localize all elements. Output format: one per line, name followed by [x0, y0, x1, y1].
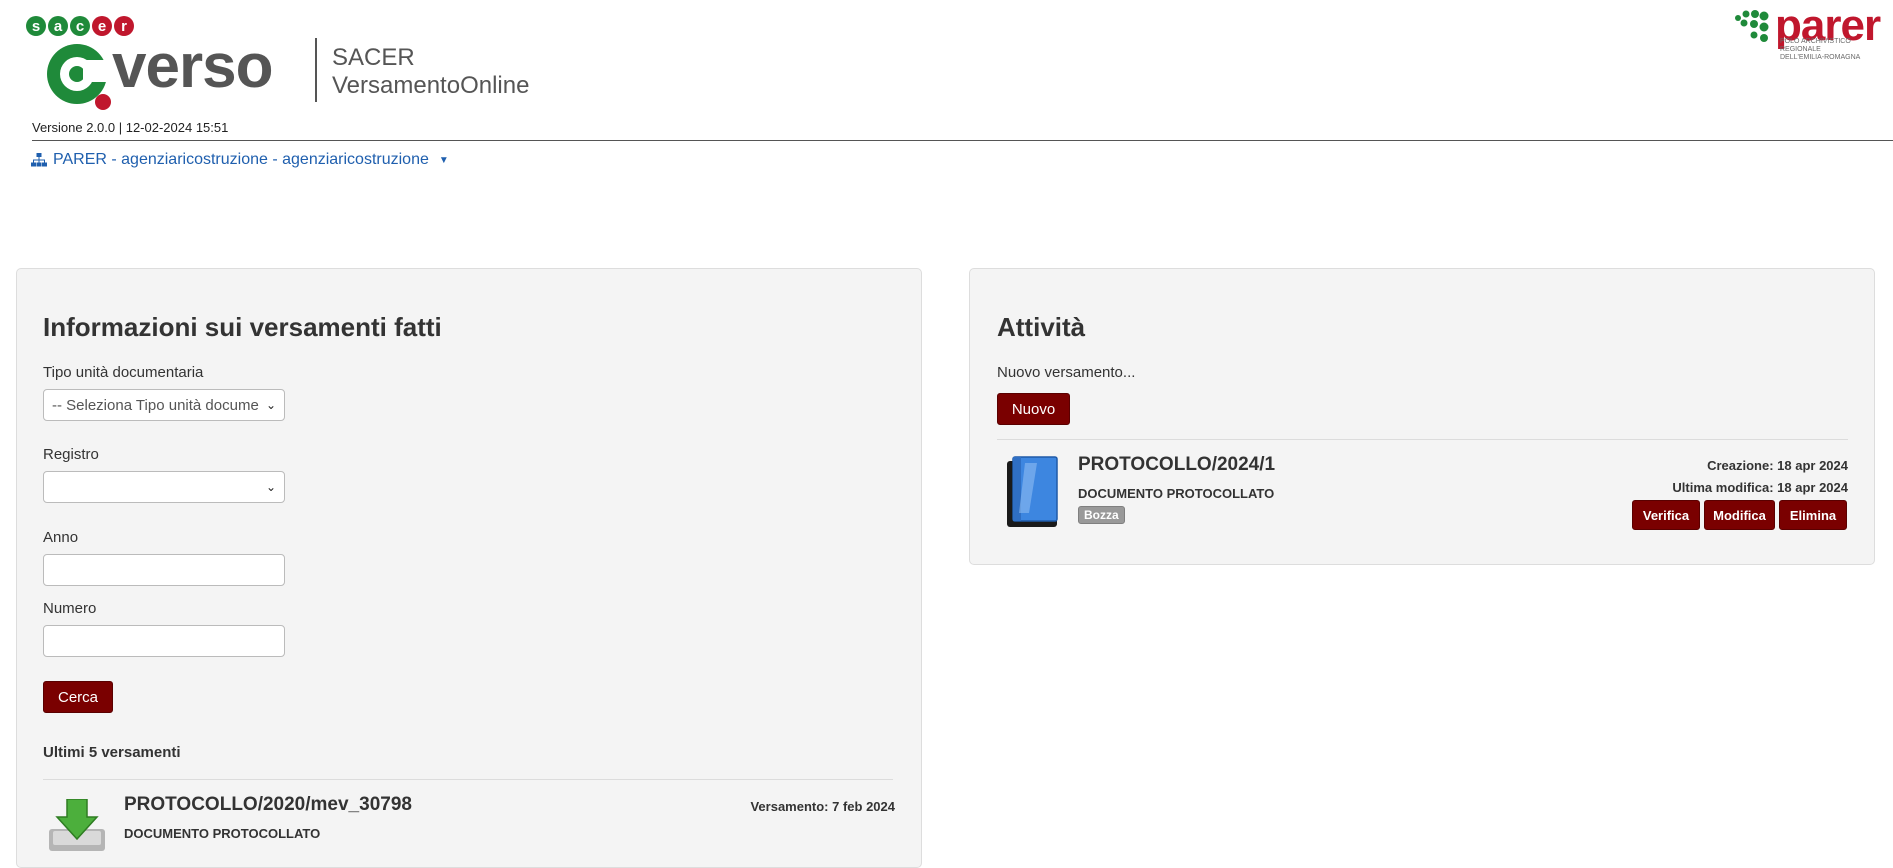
ente-selector-label: PARER - agenziaricostruzione - agenziari…	[53, 151, 429, 168]
numero-input[interactable]	[43, 625, 285, 657]
app-name-line1: SACER	[332, 44, 415, 71]
activity-divider	[997, 439, 1848, 440]
sitemap-icon	[31, 153, 47, 167]
attivita-panel: Attività Nuovo versamento... Nuovo PROTO…	[969, 268, 1875, 565]
activity-modified-date: Ultima modifica: 18 apr 2024	[1672, 480, 1848, 495]
svg-text:s: s	[32, 18, 40, 35]
verifica-button[interactable]: Verifica	[1632, 500, 1700, 530]
svg-text:e: e	[98, 18, 106, 35]
verso-wordmark: verso	[112, 32, 273, 101]
elimina-button[interactable]: Elimina	[1779, 500, 1847, 530]
header-divider	[32, 140, 1893, 141]
recent-item-subtitle: DOCUMENTO PROTOCOLLATO	[124, 826, 321, 841]
tipo-unita-label: Tipo unità documentaria	[43, 364, 204, 381]
anno-input[interactable]	[43, 554, 285, 586]
recent-divider	[43, 779, 893, 780]
tipo-unita-select[interactable]: -- Seleziona Tipo unità docume ⌄	[43, 389, 285, 421]
panel-title-versamenti: Informazioni sui versamenti fatti	[43, 312, 442, 342]
recent-item-date: Versamento: 7 feb 2024	[750, 799, 895, 814]
registro-label: Registro	[43, 446, 99, 463]
app-name-line2: VersamentoOnline	[332, 72, 530, 99]
nuovo-versamento-label: Nuovo versamento...	[997, 364, 1136, 381]
anno-label: Anno	[43, 529, 79, 546]
numero-label: Numero	[43, 600, 97, 617]
ente-selector[interactable]: PARER - agenziaricostruzione - agenziari…	[31, 151, 449, 169]
modifica-button[interactable]: Modifica	[1704, 500, 1775, 530]
parer-subtitle-line2: DELL'EMILIA-ROMAGNA	[1780, 54, 1861, 61]
cerca-button[interactable]: Cerca	[43, 681, 113, 713]
chevron-down-icon: ⌄	[265, 398, 276, 412]
averso-at-icon	[47, 44, 113, 110]
panel-title-attivita: Attività	[997, 312, 1086, 342]
registro-select[interactable]: ⌄	[43, 471, 285, 503]
activity-created-date: Creazione: 18 apr 2024	[1707, 458, 1848, 473]
tipo-unita-select-value: -- Seleziona Tipo unità docume	[52, 396, 259, 414]
parer-dots-icon	[1735, 10, 1769, 42]
chevron-down-icon: ⌄	[265, 480, 276, 494]
status-badge: Bozza	[1078, 506, 1125, 524]
svg-text:a: a	[54, 18, 63, 35]
recent-item-title: PROTOCOLLO/2020/mev_30798	[124, 794, 412, 815]
logo-divider	[315, 38, 317, 102]
version-info: Versione 2.0.0 | 12-02-2024 15:51	[32, 120, 229, 135]
download-arrow-icon	[49, 799, 105, 851]
parer-subtitle: POLO ARCHIVISTICO REGIONALE DELL'EMILIA-…	[1780, 38, 1890, 62]
app-name: SACER VersamentoOnline	[332, 44, 529, 100]
versamenti-info-panel: Informazioni sui versamenti fatti Tipo u…	[16, 268, 922, 868]
recent-versamenti-title: Ultimi 5 versamenti	[43, 744, 181, 761]
svg-text:c: c	[76, 18, 84, 35]
parer-logo: parer POLO ARCHIVISTICO REGIONALE DELL'E…	[1730, 4, 1890, 61]
nuovo-button[interactable]: Nuovo	[997, 393, 1070, 425]
book-icon	[1007, 456, 1058, 527]
activity-subtitle: DOCUMENTO PROTOCOLLATO	[1078, 486, 1275, 501]
sacer-averso-logo: s a c e r verso SACER VersamentoOnline	[25, 14, 529, 114]
parer-subtitle-line1: POLO ARCHIVISTICO REGIONALE	[1780, 38, 1851, 53]
activity-title: PROTOCOLLO/2024/1	[1078, 454, 1276, 475]
caret-down-icon: ▼	[438, 154, 449, 166]
